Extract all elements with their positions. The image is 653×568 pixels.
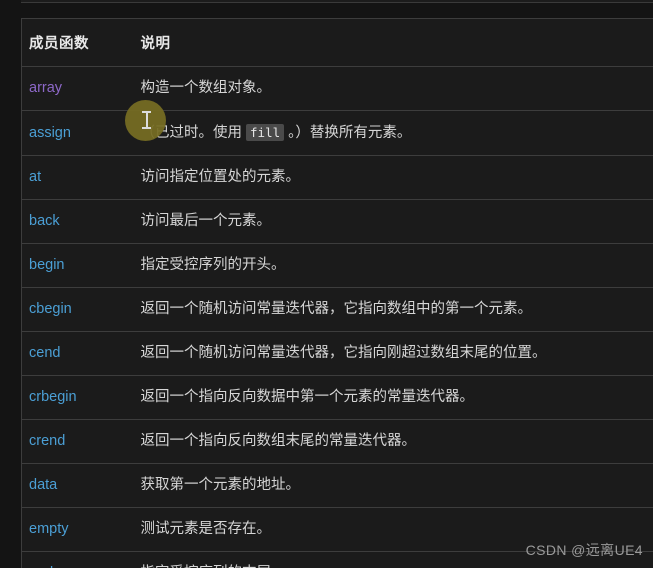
description-text: 。）替换所有元素。 [284,125,412,141]
description-text: 访问指定位置处的元素。 [140,169,301,185]
table-row: at 访问指定位置处的元素。 [21,155,653,200]
cell-description: 返回一个指向反向数据中第一个元素的常量迭代器。 [133,375,653,420]
table-row: cend 返回一个随机访问常量迭代器，它指向刚超过数组末尾的位置。 [21,331,653,376]
cell-description: 获取第一个元素的地址。 [133,463,653,508]
table-row: back 访问最后一个元素。 [21,199,653,244]
cell-description: 返回一个随机访问常量迭代器，它指向数组中的第一个元素。 [133,287,653,332]
cell-member-function: end [21,551,134,568]
description-text: 返回一个随机访问常量迭代器，它指向数组中的第一个元素。 [140,301,533,317]
member-function-link-at[interactable]: at [29,169,41,185]
cell-description: 指定受控序列的末尾。 [133,551,653,568]
cell-member-function: array [21,66,134,111]
member-function-link-begin[interactable]: begin [29,257,64,273]
member-function-link-empty[interactable]: empty [29,521,69,537]
cell-description: 指定受控序列的开头。 [133,243,653,288]
cell-member-function: empty [21,507,134,552]
cell-description: 访问最后一个元素。 [133,199,653,244]
table-body: array 构造一个数组对象。 assign （已过时。使用 fill 。）替换所有元… [21,66,653,568]
cell-member-function: cbegin [21,287,134,332]
description-text: （已过时。使用 [140,125,247,141]
cell-description: 测试元素是否存在。 [133,507,653,552]
cell-member-function: data [21,463,134,508]
cell-description: 访问指定位置处的元素。 [133,155,653,200]
member-function-link-cend[interactable]: cend [29,345,60,361]
table-header-row: 成员函数 说明 [21,18,653,67]
cell-member-function: back [21,199,134,244]
cell-member-function: at [21,155,134,200]
description-text: 访问最后一个元素。 [140,213,272,229]
table-row: begin 指定受控序列的开头。 [21,243,653,288]
table-row: crbegin 返回一个指向反向数据中第一个元素的常量迭代器。 [21,375,653,420]
member-function-table-container: 成员函数 说明 array 构造一个数组对象。 assign （已过时。使用 fill… [21,18,653,568]
member-function-link-assign[interactable]: assign [29,125,71,141]
member-function-table: 成员函数 说明 array 构造一个数组对象。 assign （已过时。使用 fill… [21,18,653,568]
description-text: 返回一个指向反向数据中第一个元素的常量迭代器。 [140,389,475,405]
table-row: end指定受控序列的末尾。 [21,551,653,568]
page-root: 成员函数 说明 array 构造一个数组对象。 assign （已过时。使用 fill… [0,0,653,568]
member-function-link-cbegin[interactable]: cbegin [29,301,72,317]
inline-code: fill [246,124,285,141]
table-row: cbegin 返回一个随机访问常量迭代器，它指向数组中的第一个元素。 [21,287,653,332]
table-row: array 构造一个数组对象。 [21,66,653,111]
table-row: data 获取第一个元素的地址。 [21,463,653,508]
cell-description: 返回一个指向反向数组末尾的常量迭代器。 [133,419,653,464]
cell-member-function: crbegin [21,375,134,420]
member-function-link-crend[interactable]: crend [29,433,65,449]
column-header-member-function: 成员函数 [21,18,134,67]
column-header-description: 说明 [133,18,653,67]
table-header: 成员函数 说明 [21,18,653,67]
description-text: 返回一个指向反向数组末尾的常量迭代器。 [140,433,417,449]
description-text: 返回一个随机访问常量迭代器，它指向刚超过数组末尾的位置。 [140,345,547,361]
description-text: 指定受控序列的开头。 [140,257,286,273]
table-row: assign （已过时。使用 fill 。）替换所有元素。 [21,110,653,156]
description-text: 构造一个数组对象。 [140,80,272,96]
cell-member-function: crend [21,419,134,464]
cell-description: （已过时。使用 fill 。）替换所有元素。 [133,110,653,156]
cell-member-function: cend [21,331,134,376]
member-function-link-data[interactable]: data [29,477,57,493]
member-function-link-crbegin[interactable]: crbegin [29,389,77,405]
member-function-link-array[interactable]: array [29,80,62,96]
cell-description: 构造一个数组对象。 [133,66,653,111]
cell-member-function: begin [21,243,134,288]
member-function-link-back[interactable]: back [29,213,60,229]
cell-member-function: assign [21,110,134,156]
description-text: 测试元素是否存在。 [140,521,272,537]
previous-table-bottom-edge [21,0,653,3]
table-row: crend 返回一个指向反向数组末尾的常量迭代器。 [21,419,653,464]
table-row: empty 测试元素是否存在。 [21,507,653,552]
description-text: 获取第一个元素的地址。 [140,477,301,493]
cell-description: 返回一个随机访问常量迭代器，它指向刚超过数组末尾的位置。 [133,331,653,376]
